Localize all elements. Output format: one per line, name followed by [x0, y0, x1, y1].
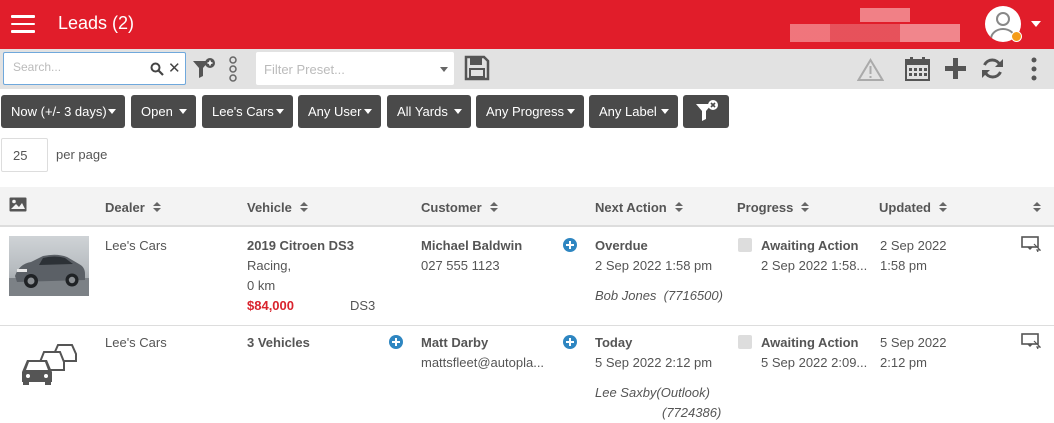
next-action-status: Today	[595, 335, 633, 350]
row-divider	[0, 325, 1054, 326]
vehicle-variant: Racing,	[247, 258, 292, 273]
car-image	[9, 254, 89, 296]
progress-status: Awaiting Action	[761, 238, 859, 253]
search-box: ✕	[3, 52, 186, 85]
filter-label-button[interactable]: Any Label	[589, 95, 678, 128]
sort-icon	[939, 202, 947, 213]
clear-search-icon[interactable]: ✕	[168, 61, 181, 76]
add-icon[interactable]	[945, 58, 966, 79]
image-column-icon	[9, 197, 27, 212]
next-action-date: 2 Sep 2022 1:58 pm	[595, 258, 713, 273]
user-menu-caret-icon[interactable]	[1031, 21, 1041, 27]
column-header-next-action[interactable]: Next Action	[595, 200, 683, 215]
dealer-name: Lee's Cars	[105, 238, 167, 253]
vehicle-model: DS3	[350, 298, 376, 313]
search-icon[interactable]	[150, 62, 164, 76]
chevron-down-icon	[661, 109, 669, 114]
progress-date: 2 Sep 2022 1:58...	[761, 258, 868, 273]
chevron-down-icon	[179, 109, 187, 114]
page-title: Leads (2)	[58, 13, 135, 33]
sort-icon	[299, 202, 308, 213]
app-header: Leads (2)	[0, 0, 1054, 49]
warning-icon[interactable]	[857, 58, 884, 82]
customer-contact: mattsfleet@autopla...	[421, 355, 545, 370]
clear-filters-button[interactable]	[683, 95, 729, 128]
vehicle-photo[interactable]	[9, 236, 89, 296]
vehicle-title[interactable]: 2019 Citroen DS3	[247, 238, 354, 253]
sort-icon	[801, 202, 810, 213]
sort-icon	[489, 202, 498, 213]
table-header: Dealer Vehicle Customer Next Action Prog…	[0, 187, 1054, 227]
more-vertical-icon[interactable]	[1030, 57, 1038, 81]
toolbar: ✕ Filter Preset...	[0, 49, 1054, 89]
customer-name[interactable]: Matt Darby	[421, 335, 488, 350]
chevron-down-icon	[276, 109, 284, 114]
next-action-status: Overdue	[595, 238, 648, 253]
column-header-vehicle[interactable]: Vehicle	[247, 200, 308, 215]
chevron-down-icon	[567, 109, 575, 114]
next-action-date: 5 Sep 2022 2:12 pm	[595, 355, 713, 370]
add-customer-icon[interactable]	[563, 335, 577, 349]
save-icon[interactable]	[464, 55, 490, 81]
filter-add-icon[interactable]	[192, 58, 216, 80]
filter-status-button[interactable]: Open	[131, 95, 196, 128]
per-page-label: per page	[56, 147, 108, 162]
customer-contact: 027 555 1123	[421, 258, 500, 273]
vehicle-price: $84,000	[247, 298, 294, 313]
open-lead-icon[interactable]	[1021, 236, 1041, 252]
multiple-vehicles-icon	[22, 344, 77, 385]
column-header-progress[interactable]: Progress	[737, 200, 810, 215]
filter-user-button[interactable]: Any User	[298, 95, 381, 128]
column-header-updated[interactable]: Updated	[879, 200, 947, 215]
filter-progress-button[interactable]: Any Progress	[476, 95, 584, 128]
vehicle-odometer: 0 km	[247, 278, 276, 293]
filter-yard-button[interactable]: All Yards	[387, 95, 471, 128]
sort-icon	[1033, 202, 1041, 213]
dealer-name: Lee's Cars	[105, 335, 167, 350]
filter-date-button[interactable]: Now (+/- 3 days)	[1, 95, 125, 128]
updated-date: 5 Sep 2022	[880, 335, 947, 350]
progress-checkbox[interactable]	[738, 335, 752, 349]
filter-preset-select[interactable]: Filter Preset...	[256, 52, 454, 85]
menu-icon[interactable]	[11, 15, 35, 33]
column-header-customer[interactable]: Customer	[421, 200, 498, 215]
assignee: Lee Saxby(Outlook)	[595, 385, 710, 400]
add-vehicle-icon[interactable]	[389, 335, 403, 349]
calendar-icon[interactable]	[905, 56, 930, 81]
search-input[interactable]	[13, 60, 143, 74]
column-header-dealer[interactable]: Dealer	[105, 200, 161, 215]
per-page-input[interactable]	[1, 138, 48, 172]
progress-date: 5 Sep 2022 2:09...	[761, 355, 868, 370]
assignee-id: (7724386)	[662, 405, 722, 420]
progress-checkbox[interactable]	[738, 238, 752, 252]
user-name-redacted	[790, 6, 970, 42]
progress-status: Awaiting Action	[761, 335, 859, 350]
updated-time: 1:58 pm	[880, 258, 927, 273]
updated-date: 2 Sep 2022	[880, 238, 947, 253]
refresh-icon[interactable]	[981, 57, 1004, 80]
filter-preset-placeholder: Filter Preset...	[264, 62, 345, 77]
filter-clear-icon	[696, 100, 718, 121]
assignee: Bob Jones (7716500)	[595, 288, 723, 303]
customer-name[interactable]: Michael Baldwin	[421, 238, 522, 253]
filter-dealer-button[interactable]: Lee's Cars	[202, 95, 293, 128]
updated-time: 2:12 pm	[880, 355, 927, 370]
chevron-down-icon	[364, 109, 372, 114]
open-lead-icon[interactable]	[1021, 333, 1041, 349]
chevron-down-icon	[108, 109, 116, 114]
status-dot	[1011, 31, 1022, 42]
vehicle-title[interactable]: 3 Vehicles	[247, 335, 310, 350]
add-customer-icon[interactable]	[563, 238, 577, 252]
sort-icon	[152, 202, 161, 213]
column-header-actions[interactable]	[1025, 200, 1041, 215]
sort-icon	[674, 202, 683, 213]
chevron-down-icon	[440, 67, 448, 72]
more-vertical-outline-icon[interactable]	[228, 56, 238, 82]
chevron-down-icon	[454, 109, 462, 114]
